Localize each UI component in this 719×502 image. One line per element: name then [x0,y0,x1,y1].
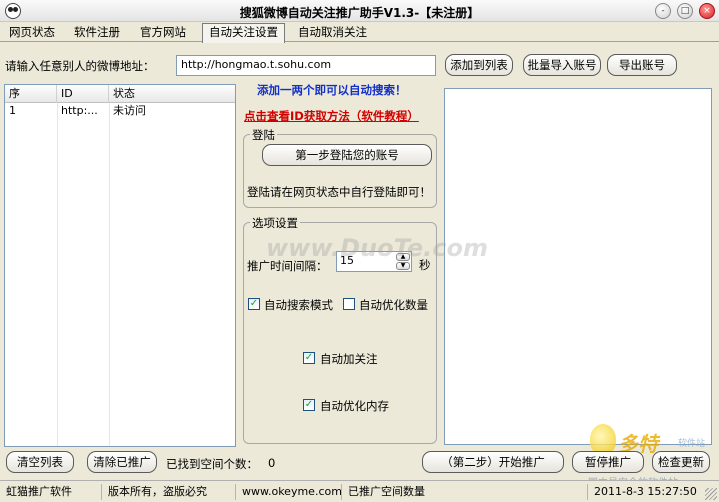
auto-optimize-count-checkbox[interactable] [343,298,355,310]
status-app-name: 虹猫推广软件 [2,484,102,500]
column-status[interactable]: 状态 [109,85,235,103]
clear-list-button[interactable]: 清空列表 [6,451,74,473]
log-panel[interactable] [444,88,712,445]
status-bar: 虹猫推广软件 版本所有，盗版必究 www.okeyme.com 已推广空间数量 … [0,480,719,502]
column-divider [109,103,110,446]
duote-watermark: www.DuoTe.com [266,234,488,262]
found-space-label: 已找到空间个数： [166,457,258,471]
tab-web-status[interactable]: 网页状态 [3,24,61,42]
column-seq[interactable]: 序 [5,85,57,103]
login-step1-button[interactable]: 第一步登陆您的账号 [262,144,432,166]
cell-seq: 1 [9,104,16,117]
lightbulb-icon [590,424,616,454]
pause-promotion-button[interactable]: 暂停推广 [572,451,644,473]
maximize-button[interactable]: □ [677,3,693,19]
id-method-link[interactable]: 点击查看ID获取方法（软件教程） [244,108,419,124]
batch-import-button[interactable]: 批量导入账号 [523,54,601,76]
status-datetime: 2011-8-3 15:27:50 [594,485,697,498]
clear-promoted-button[interactable]: 清除已推广 [87,451,157,473]
add-to-list-button[interactable]: 添加到列表 [445,54,513,76]
column-divider [57,103,58,446]
auto-search-tip: 添加一两个即可以自动搜索！ [257,83,407,97]
options-group-title: 选项设置 [250,215,300,231]
check-update-button[interactable]: 检查更新 [652,451,710,473]
weibo-address-label: 请输入任意别人的微博地址： [5,59,155,73]
title-bar: 搜狐微博自动关注推广助手V1.3-【未注册】 - □ × [0,0,719,22]
tab-auto-unfollow[interactable]: 自动取消关注 [292,24,373,42]
found-space-count: 0 [268,456,276,470]
spin-down-icon[interactable]: ▼ [396,262,410,270]
tab-strip: 网页状态 软件注册 官方网站 自动关注设置 自动取消关注 [0,22,719,43]
minimize-button[interactable]: - [655,3,671,19]
start-promotion-button[interactable]: （第二步）开始推广 [422,451,564,473]
auto-follow-checkbox[interactable]: ✓ [303,352,315,364]
cell-status: 未访问 [113,104,146,117]
auto-search-label: 自动搜索模式 [264,298,333,312]
auto-optimize-memory-checkbox[interactable]: ✓ [303,399,315,411]
weibo-address-input[interactable]: http://hongmao.t.sohu.com [176,55,436,76]
status-website: www.okeyme.com [238,484,342,500]
tab-registration[interactable]: 软件注册 [68,24,126,42]
column-id[interactable]: ID [57,85,109,103]
auto-optimize-count-label: 自动优化数量 [359,298,428,312]
status-promoted-count: 已推广空间数量 [344,484,588,500]
login-note: 登陆请在网页状态中自行登陆即可！ [247,185,431,199]
account-list[interactable]: 序 ID 状态 1 http:... 未访问 [4,84,236,447]
tab-official-site[interactable]: 官方网站 [134,24,192,42]
window-title: 搜狐微博自动关注推广助手V1.3-【未注册】 [239,6,480,20]
status-copyright: 版本所有，盗版必究 [104,484,236,500]
auto-follow-label: 自动加关注 [320,352,378,366]
login-group-title: 登陆 [250,127,277,143]
cell-id: http:... [61,104,98,117]
list-header: 序 ID 状态 [5,85,235,103]
watermark-brand-small: 软件站 [678,439,706,449]
auto-optimize-memory-label: 自动优化内存 [320,399,389,413]
export-accounts-button[interactable]: 导出账号 [607,54,677,76]
close-button[interactable]: × [699,3,715,19]
tab-auto-follow-settings[interactable]: 自动关注设置 [202,23,285,43]
table-row[interactable]: 1 http:... 未访问 [5,103,235,120]
resize-grip-icon[interactable] [705,488,717,500]
auto-search-checkbox[interactable]: ✓ [248,298,260,310]
